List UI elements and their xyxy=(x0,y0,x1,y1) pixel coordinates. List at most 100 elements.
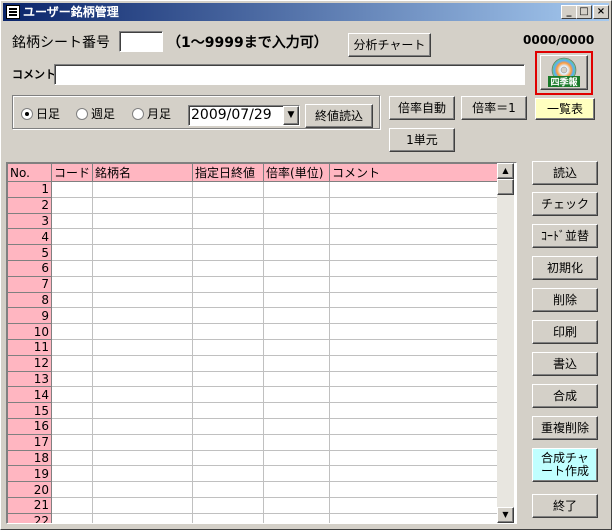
table-cell[interactable] xyxy=(263,354,331,372)
table-cell[interactable] xyxy=(263,259,331,277)
table-cell[interactable] xyxy=(329,496,504,514)
table-row[interactable]: 16 xyxy=(7,417,504,435)
sheet-number-input[interactable] xyxy=(119,31,163,52)
table-cell[interactable] xyxy=(192,433,265,451)
table-cell[interactable] xyxy=(329,354,504,372)
table-cell[interactable] xyxy=(329,196,504,214)
table-cell[interactable] xyxy=(192,338,265,356)
table-cell[interactable] xyxy=(192,196,265,214)
table-cell[interactable] xyxy=(263,402,331,419)
table-cell[interactable] xyxy=(192,228,265,246)
row-number[interactable]: 8 xyxy=(7,291,52,309)
row-number[interactable]: 17 xyxy=(7,433,52,451)
table-cell[interactable] xyxy=(329,417,504,435)
table-row[interactable]: 17 xyxy=(7,433,504,451)
row-number[interactable]: 5 xyxy=(7,244,52,261)
row-number[interactable]: 11 xyxy=(7,338,52,356)
table-row[interactable]: 14 xyxy=(7,386,504,404)
radio-daily[interactable]: 日足 xyxy=(21,105,60,122)
table-cell[interactable] xyxy=(263,512,331,523)
radio-monthly-dot[interactable] xyxy=(132,107,144,120)
table-cell[interactable] xyxy=(329,481,504,498)
col-header-code[interactable]: コード xyxy=(50,163,94,182)
table-cell[interactable] xyxy=(329,338,504,356)
table-row[interactable]: 4 xyxy=(7,228,504,246)
table-cell[interactable] xyxy=(263,275,331,293)
col-header-comment[interactable]: コメント xyxy=(329,163,504,182)
table-cell[interactable] xyxy=(50,196,94,214)
table-cell[interactable] xyxy=(192,496,265,514)
row-number[interactable]: 21 xyxy=(7,496,52,514)
read-button[interactable]: 読込 xyxy=(532,161,598,185)
table-cell[interactable] xyxy=(263,181,331,198)
one-unit-button[interactable]: 1単元 xyxy=(389,128,455,152)
load-close-button[interactable]: 終値読込 xyxy=(305,104,373,128)
scroll-thumb[interactable] xyxy=(497,179,514,195)
table-row[interactable]: 15 xyxy=(7,402,504,419)
table-cell[interactable] xyxy=(92,512,194,523)
table-row[interactable]: 2 xyxy=(7,196,504,214)
table-cell[interactable] xyxy=(263,496,331,514)
table-cell[interactable] xyxy=(92,496,194,514)
table-cell[interactable] xyxy=(50,354,94,372)
sort-code-button[interactable]: ｺｰﾄﾞ並替 xyxy=(532,224,598,248)
ratio-auto-button[interactable]: 倍率自動 xyxy=(389,96,455,120)
table-cell[interactable] xyxy=(263,449,331,467)
minimize-button[interactable]: _ xyxy=(561,5,577,19)
table-cell[interactable] xyxy=(92,354,194,372)
table-cell[interactable] xyxy=(92,244,194,261)
table-cell[interactable] xyxy=(92,307,194,325)
analysis-chart-button[interactable]: 分析チャート xyxy=(348,33,431,57)
table-cell[interactable] xyxy=(329,323,504,340)
table-cell[interactable] xyxy=(329,465,504,483)
row-number[interactable]: 3 xyxy=(7,212,52,230)
row-number[interactable]: 18 xyxy=(7,449,52,467)
table-row[interactable]: 19 xyxy=(7,465,504,483)
table-cell[interactable] xyxy=(92,386,194,404)
table-cell[interactable] xyxy=(192,275,265,293)
col-header-close[interactable]: 指定日終値 xyxy=(192,163,265,182)
chevron-down-icon[interactable]: ▼ xyxy=(283,106,299,125)
table-cell[interactable] xyxy=(192,449,265,467)
table-cell[interactable] xyxy=(50,338,94,356)
table-cell[interactable] xyxy=(263,417,331,435)
table-cell[interactable] xyxy=(329,291,504,309)
table-cell[interactable] xyxy=(192,259,265,277)
row-number[interactable]: 22 xyxy=(7,512,52,523)
table-cell[interactable] xyxy=(50,512,94,523)
table-cell[interactable] xyxy=(263,323,331,340)
table-cell[interactable] xyxy=(329,370,504,388)
table-row[interactable]: 21 xyxy=(7,496,504,514)
table-cell[interactable] xyxy=(263,291,331,309)
table-cell[interactable] xyxy=(263,307,331,325)
title-bar[interactable]: ユーザー銘柄管理 xyxy=(3,3,609,21)
table-cell[interactable] xyxy=(92,259,194,277)
table-row[interactable]: 8 xyxy=(7,291,504,309)
table-cell[interactable] xyxy=(192,402,265,419)
table-cell[interactable] xyxy=(92,370,194,388)
print-button[interactable]: 印刷 xyxy=(532,320,598,344)
table-cell[interactable] xyxy=(263,212,331,230)
delete-button[interactable]: 削除 xyxy=(532,288,598,312)
row-number[interactable]: 10 xyxy=(7,323,52,340)
table-cell[interactable] xyxy=(329,228,504,246)
table-cell[interactable] xyxy=(92,196,194,214)
scroll-down-icon[interactable]: ▼ xyxy=(497,507,514,523)
table-cell[interactable] xyxy=(50,259,94,277)
table-row[interactable]: 10 xyxy=(7,323,504,340)
table-cell[interactable] xyxy=(329,181,504,198)
write-button[interactable]: 書込 xyxy=(532,352,598,376)
table-cell[interactable] xyxy=(263,481,331,498)
table-cell[interactable] xyxy=(329,512,504,523)
table-cell[interactable] xyxy=(50,465,94,483)
table-cell[interactable] xyxy=(192,370,265,388)
radio-weekly[interactable]: 週足 xyxy=(76,105,115,122)
table-cell[interactable] xyxy=(329,433,504,451)
table-cell[interactable] xyxy=(92,449,194,467)
table-cell[interactable] xyxy=(92,433,194,451)
close-button[interactable]: × xyxy=(593,5,609,19)
maximize-button[interactable]: □ xyxy=(576,5,592,19)
row-number[interactable]: 7 xyxy=(7,275,52,293)
table-row[interactable]: 13 xyxy=(7,370,504,388)
table-cell[interactable] xyxy=(263,386,331,404)
